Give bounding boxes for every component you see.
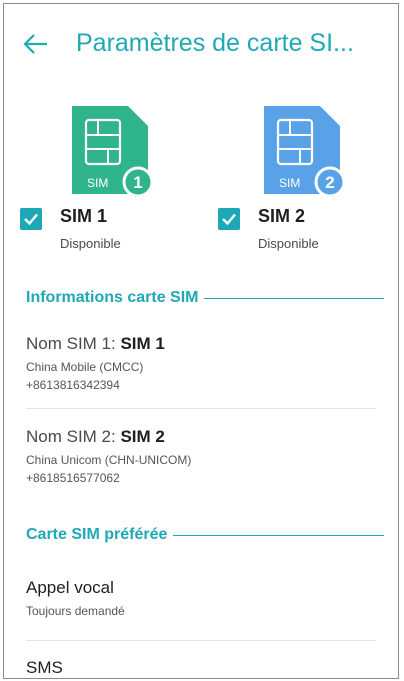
sim-cards-area: SIM 1 SIM 2 SIM 1 Disponible SIM 2 Dispo… — [4, 102, 398, 262]
sim2-chip-label: SIM — [279, 176, 300, 190]
voice-call-item[interactable]: Appel vocal Toujours demandé — [26, 578, 376, 618]
sms-item[interactable]: SMS — [26, 658, 376, 678]
sim1-badge: 1 — [133, 173, 142, 192]
sim1-number: +8613816342394 — [26, 378, 120, 392]
preferred-section-title: Carte SIM préférée — [26, 526, 168, 543]
screen: Paramètres de carte SI... SIM 1 SIM 2 SI… — [3, 3, 399, 679]
sim1-name: SIM 1 — [60, 206, 108, 226]
divider — [26, 408, 376, 409]
voice-call-title: Appel vocal — [26, 578, 114, 597]
info-section-header: Informations carte SIM — [26, 287, 384, 309]
sms-title: SMS — [26, 658, 63, 677]
sim1-card-icon[interactable]: SIM 1 — [68, 102, 152, 198]
sim2-info-item[interactable]: Nom SIM 2: SIM 2 China Unicom (CHN-UNICO… — [26, 427, 376, 485]
sim2-status: Disponible — [258, 236, 319, 251]
sim1-info-label: Nom SIM 1: — [26, 334, 121, 353]
divider — [26, 640, 376, 641]
voice-call-subtitle: Toujours demandé — [26, 604, 125, 618]
sim1-chip-label: SIM — [87, 176, 108, 190]
sim2-number: +8618516577062 — [26, 471, 120, 485]
app-bar: Paramètres de carte SI... — [4, 4, 398, 86]
back-arrow-icon[interactable] — [22, 30, 50, 58]
sim1-status: Disponible — [60, 236, 121, 251]
info-section-line — [204, 297, 384, 299]
sim1-carrier: China Mobile (CMCC) — [26, 360, 144, 374]
sim1-info-value: SIM 1 — [120, 334, 165, 353]
sim2-carrier: China Unicom (CHN-UNICOM) — [26, 453, 192, 467]
preferred-section-header: Carte SIM préférée — [26, 524, 384, 546]
sim2-checkbox[interactable] — [218, 208, 240, 230]
sim2-info-value: SIM 2 — [120, 427, 165, 446]
sim1-info-item[interactable]: Nom SIM 1: SIM 1 China Mobile (CMCC) +86… — [26, 334, 376, 392]
sim2-card-icon[interactable]: SIM 2 — [260, 102, 344, 198]
info-section-title: Informations carte SIM — [26, 289, 199, 306]
preferred-section-line — [173, 534, 384, 536]
sim2-badge: 2 — [325, 173, 334, 192]
page-title: Paramètres de carte SI... — [76, 29, 354, 57]
sim1-checkbox[interactable] — [20, 208, 42, 230]
sim2-info-label: Nom SIM 2: — [26, 427, 121, 446]
sim2-name: SIM 2 — [258, 206, 306, 226]
